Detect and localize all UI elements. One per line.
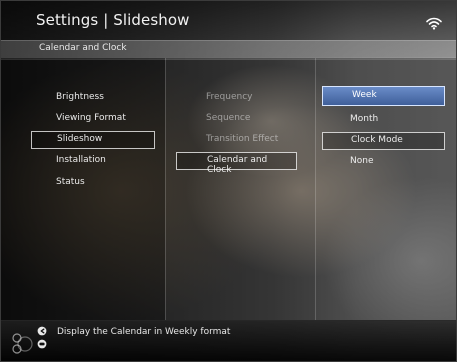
back-icon [37, 326, 47, 336]
photo-frame-screen: Settings | Slideshow Calendar and Clock … [0, 0, 457, 362]
help-text: Display the Calendar in Weekly format [57, 327, 231, 337]
menu-item-installation[interactable]: Installation [56, 155, 106, 165]
option-week[interactable]: Week [322, 86, 445, 106]
ok-icon [37, 339, 47, 349]
option-clock-mode[interactable]: Clock Mode [322, 132, 445, 150]
slideshow-submenu-column: Frequency Sequence Transition Effect Cal… [165, 58, 315, 320]
submenu-item-sequence[interactable]: Sequence [206, 113, 250, 123]
submenu-item-transition-effect[interactable]: Transition Effect [206, 134, 278, 144]
section-label: Calendar and Clock [39, 43, 127, 53]
page-title: Settings | Slideshow [36, 11, 190, 29]
menu-item-viewing-format[interactable]: Viewing Format [56, 113, 126, 123]
submenu-item-calendar-and-clock[interactable]: Calendar and Clock [176, 152, 297, 175]
options-column: Week Month Clock Mode None [315, 58, 456, 320]
menu-item-brightness[interactable]: Brightness [56, 92, 104, 102]
option-none[interactable]: None [350, 156, 373, 166]
menu-item-slideshow[interactable]: Slideshow [31, 131, 155, 149]
wifi-icon [426, 17, 442, 30]
section-breadcrumb: Calendar and Clock [1, 40, 456, 60]
submenu-item-frequency[interactable]: Frequency [206, 92, 253, 102]
help-bar: Display the Calendar in Weekly format [1, 320, 456, 361]
main-menu-column: Brightness Viewing Format Slideshow Inst… [1, 58, 165, 320]
option-month[interactable]: Month [350, 114, 378, 124]
menu-item-status[interactable]: Status [56, 177, 85, 187]
